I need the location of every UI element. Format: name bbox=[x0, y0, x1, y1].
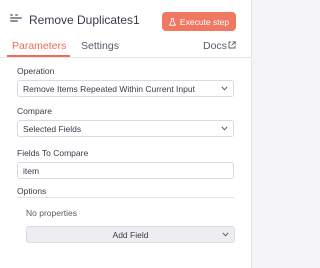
tab-docs[interactable]: Docs bbox=[203, 40, 227, 52]
node-title[interactable]: Remove Duplicates1 bbox=[29, 13, 140, 27]
tab-parameters[interactable]: Parameters bbox=[12, 40, 66, 52]
active-tab-indicator bbox=[7, 55, 70, 57]
node-icon bbox=[10, 14, 22, 23]
add-field-button[interactable]: Add Field bbox=[26, 226, 235, 243]
compare-label: Compare bbox=[17, 106, 52, 116]
operation-select[interactable]: Remove Items Repeated Within Current Inp… bbox=[17, 80, 234, 97]
tab-settings[interactable]: Settings bbox=[81, 40, 119, 52]
execute-step-button[interactable]: Execute step bbox=[162, 12, 236, 31]
fields-to-compare-value: item bbox=[23, 165, 40, 176]
external-link-icon[interactable] bbox=[228, 41, 236, 49]
flask-icon bbox=[168, 17, 176, 26]
chevron-down-icon bbox=[222, 232, 229, 237]
fields-to-compare-input[interactable]: item bbox=[17, 162, 234, 179]
panel-tabs: Parameters Settings Docs bbox=[0, 36, 251, 58]
compare-value: Selected Fields bbox=[23, 123, 82, 134]
node-parameters-panel: Remove Duplicates1 Execute step Paramete… bbox=[0, 0, 252, 268]
compare-select[interactable]: Selected Fields bbox=[17, 120, 234, 137]
options-divider bbox=[17, 197, 234, 198]
execute-step-label: Execute step bbox=[179, 16, 230, 27]
fields-to-compare-label: Fields To Compare bbox=[17, 148, 89, 158]
chevron-down-icon bbox=[221, 126, 228, 131]
operation-label: Operation bbox=[17, 66, 55, 76]
chevron-down-icon bbox=[221, 86, 228, 91]
no-properties-text: No properties bbox=[26, 208, 78, 218]
add-field-label: Add Field bbox=[112, 229, 149, 240]
options-label: Options bbox=[17, 186, 47, 196]
operation-value: Remove Items Repeated Within Current Inp… bbox=[23, 83, 195, 94]
panel-header: Remove Duplicates1 Execute step bbox=[0, 0, 251, 36]
